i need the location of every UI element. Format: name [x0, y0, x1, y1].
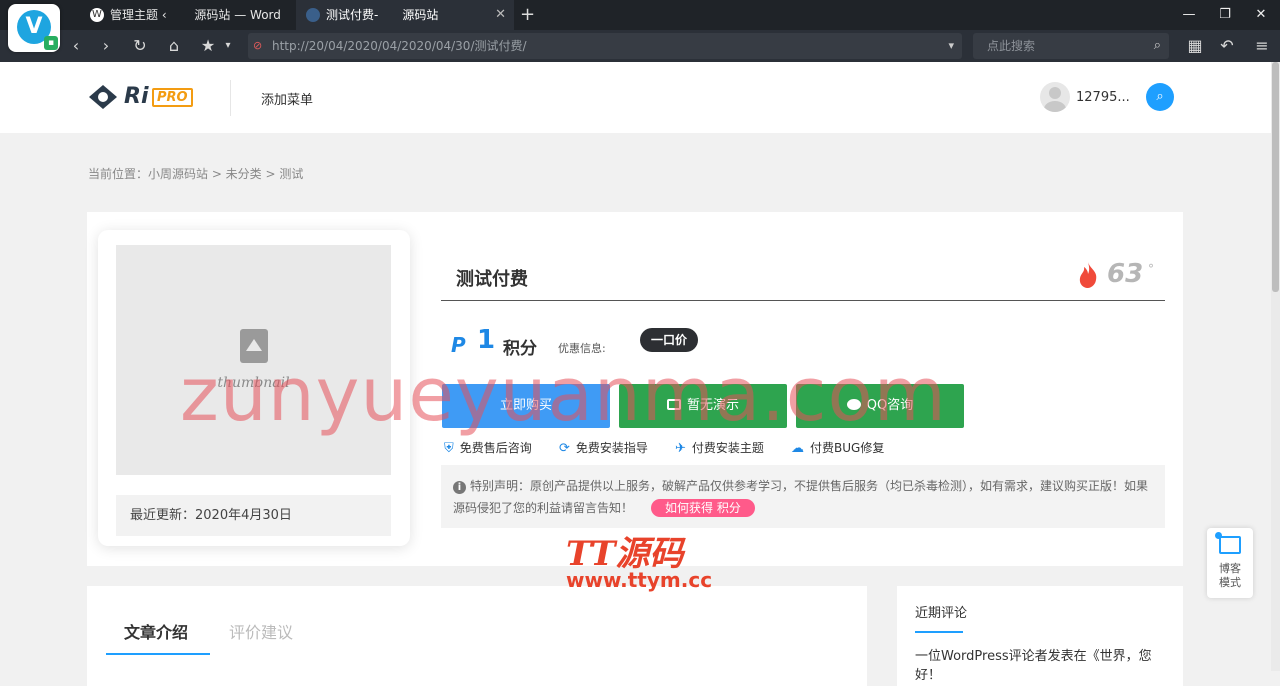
browser-search[interactable]: ⌕ — [973, 33, 1169, 59]
logo-text: Ri — [124, 84, 149, 109]
tab-label: 管理主题 ‹ 源码站 — Word — [110, 8, 281, 22]
feature-label: 免费安装指导 — [575, 441, 648, 455]
menu-icon[interactable]: ≡ — [1250, 30, 1274, 62]
minimize-icon[interactable]: — — [1174, 0, 1204, 30]
watermark-domain: zunyueyuanma.com — [180, 352, 947, 438]
title-divider — [441, 300, 1165, 301]
avatar-head — [1049, 87, 1061, 99]
site-search-button[interactable]: ⌕ — [1146, 83, 1174, 111]
undo-icon[interactable]: ↶ — [1215, 30, 1239, 62]
page-title: 测试付费 — [456, 269, 528, 290]
recent-comment-link[interactable]: 一位WordPress评论者发表在《世界，您好！ — [915, 645, 1175, 683]
tab-article-intro[interactable]: 文章介绍 — [124, 619, 188, 643]
tools-icon: ✈ — [675, 441, 686, 456]
blog-mode-button[interactable]: 博客 模式 — [1207, 528, 1253, 598]
notice-box: i 特别声明：原创产品提供以上服务，破解产品仅供参考学习，不提供售后服务（均已杀毒… — [441, 465, 1165, 528]
lock-icon: ▪ — [44, 36, 58, 50]
logo-pro-badge: PRO — [152, 88, 193, 107]
username[interactable]: 12795... — [1076, 90, 1130, 105]
avatar-body — [1044, 101, 1066, 112]
feature-label: 付费安装主题 — [691, 441, 764, 455]
blog-mode-label: 博客 模式 — [1219, 562, 1241, 589]
feature-item: ☁ 付费BUG修复 — [791, 439, 884, 456]
breadcrumb[interactable]: 当前位置：小周源码站 > 未分类 > 测试 — [88, 165, 303, 182]
recent-comments-title: 近期评论 — [915, 606, 968, 621]
avatar[interactable] — [1040, 82, 1070, 112]
back-icon[interactable]: ‹ — [64, 30, 88, 62]
not-secure-icon: ⊘ — [253, 39, 263, 52]
browser-logo[interactable]: V ▪ — [8, 4, 60, 52]
active-tab-indicator — [106, 653, 210, 655]
address-bar[interactable]: ⊘ http://20/04/2020/04/2020/04/30/测试付费/ … — [248, 33, 962, 59]
header-divider — [230, 80, 231, 116]
url-text: http://20/04/2020/04/2020/04/30/测试付费/ — [272, 39, 527, 53]
fire-icon — [1079, 262, 1097, 288]
shield-icon: ⛨ — [444, 441, 454, 456]
article-card — [87, 586, 867, 686]
page-scrollbar[interactable] — [1271, 62, 1280, 671]
how-to-get-points-button[interactable]: 如何获得 积分 — [651, 499, 755, 517]
site-favicon-icon — [306, 8, 320, 22]
feature-item: ⛨ 免费售后咨询 — [444, 439, 532, 456]
heat-count: 63 — [1107, 259, 1144, 289]
notification-dot — [1215, 532, 1222, 539]
heat-unit: ° — [1148, 262, 1154, 276]
feature-item: ⟳ 免费安装指导 — [559, 439, 648, 456]
browser-tab-admin[interactable]: W 管理主题 ‹ 源码站 — Word — [80, 0, 295, 30]
cloud-icon: ☁ — [791, 441, 804, 456]
last-updated: 最近更新：2020年4月30日 — [116, 495, 391, 536]
apps-grid-icon[interactable]: ▦ — [1183, 30, 1207, 62]
promo-badge: 一口价 — [640, 328, 698, 352]
tab-label: 测试付费- 源码站 — [326, 8, 439, 22]
nav-add-menu[interactable]: 添加菜单 — [261, 89, 313, 108]
layout-icon — [1219, 536, 1241, 554]
maximize-icon[interactable]: ❐ — [1210, 0, 1240, 30]
search-icon[interactable]: ⌕ — [1154, 33, 1161, 59]
search-input[interactable] — [973, 33, 1133, 59]
feature-label: 付费BUG修复 — [810, 441, 885, 455]
feature-label: 免费售后咨询 — [459, 441, 532, 455]
price-value: 1 — [477, 325, 496, 355]
new-tab-button[interactable]: + — [520, 0, 535, 30]
info-icon: i — [453, 481, 466, 494]
wordpress-icon: W — [90, 8, 104, 22]
sidebar-title-underline — [915, 631, 963, 633]
chevron-down-icon[interactable]: ▾ — [948, 33, 954, 59]
forward-icon[interactable]: › — [94, 30, 118, 62]
close-window-icon[interactable]: ✕ — [1246, 0, 1276, 30]
tab-reviews[interactable]: 评价建议 — [229, 619, 293, 643]
sync-icon: ⟳ — [559, 441, 570, 456]
watermark-tt-url: www.ttym.cc — [566, 568, 713, 592]
sun-logo-icon — [89, 85, 117, 109]
browser-tab-active[interactable]: 测试付费- 源码站 ✕ — [296, 0, 514, 30]
site-header: Ri PRO 添加菜单 12795... ⌕ — [0, 62, 1280, 133]
scrollbar-thumb[interactable] — [1272, 62, 1279, 292]
browser-toolbar: ‹ › ↻ ⌂ ★ ▾ ⊘ http://20/04/2020/04/2020/… — [0, 30, 1280, 62]
feature-item: ✈ 付费安装主题 — [675, 439, 764, 456]
reload-icon[interactable]: ↻ — [128, 30, 152, 62]
home-icon[interactable]: ⌂ — [162, 30, 186, 62]
notice-text: 特别声明：原创产品提供以上服务，破解产品仅供参考学习，不提供售后服务（均已杀毒检… — [453, 479, 1149, 515]
close-tab-icon[interactable]: ✕ — [495, 0, 506, 30]
chevron-down-icon[interactable]: ▾ — [216, 30, 240, 62]
